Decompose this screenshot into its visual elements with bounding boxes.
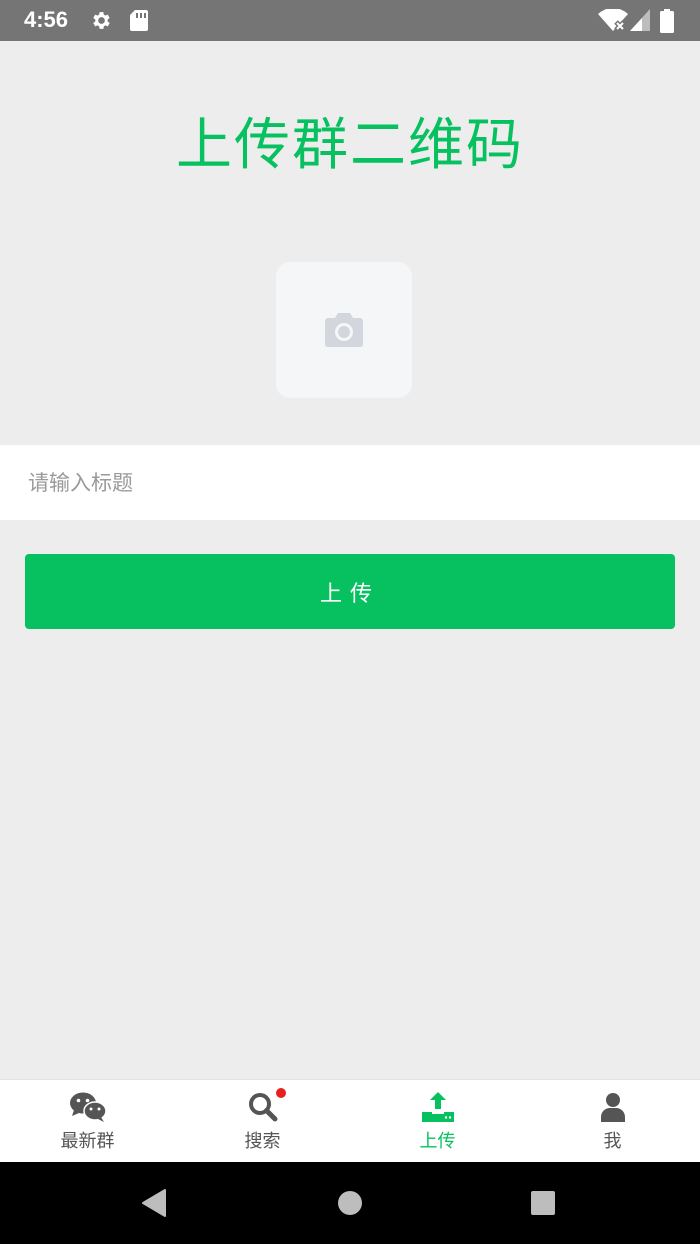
status-time: 4:56 [24,7,69,32]
bottom-tab-bar: 最新群 搜索 上传 我 [0,1079,700,1162]
sd-card-icon [130,10,148,31]
title-input[interactable] [0,445,700,520]
wechat-icon [69,1092,106,1122]
user-icon [600,1093,625,1122]
system-nav-bar [0,1162,700,1244]
upload-submit-button[interactable]: 上传 [25,554,675,629]
tab-label: 我 [603,1131,622,1152]
qr-image-upload[interactable] [276,262,412,398]
tab-label: 上传 [419,1131,456,1152]
battery-icon [660,9,674,33]
back-icon [142,1189,166,1217]
home-icon [338,1191,362,1215]
search-icon [248,1093,277,1122]
gear-icon [93,12,110,29]
wifi-icon [598,9,628,32]
nav-home-button[interactable] [320,1162,380,1244]
tab-search[interactable]: 搜索 [175,1080,350,1162]
recents-icon [531,1191,555,1215]
status-bar: 4:56 [0,0,700,41]
search-badge-dot [275,1088,286,1098]
title-input-container [0,445,700,520]
nav-recents-button[interactable] [513,1162,573,1244]
tab-label: 最新群 [60,1131,115,1152]
page-title: 上传群二维码 [176,113,524,178]
nav-back-button[interactable] [124,1162,184,1244]
tab-me[interactable]: 我 [525,1080,700,1162]
tab-latest-groups[interactable]: 最新群 [0,1080,175,1162]
camera-icon [325,313,363,347]
upload-icon [421,1092,454,1122]
tab-upload[interactable]: 上传 [350,1080,525,1162]
tab-label: 搜索 [244,1131,281,1152]
cell-signal-icon [630,9,650,31]
